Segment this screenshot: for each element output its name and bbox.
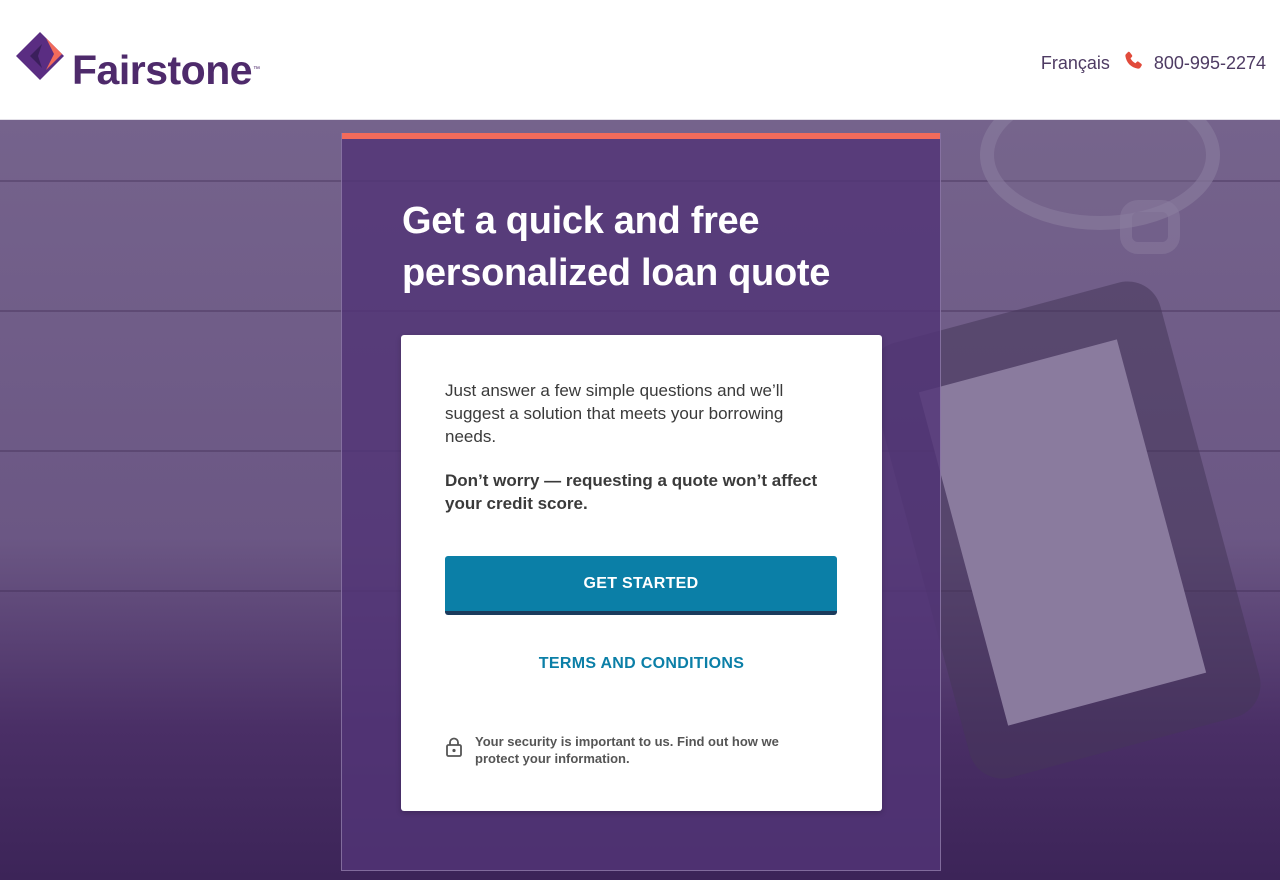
security-notice[interactable]: Your security is important to us. Find o… [445, 733, 845, 767]
logo-mark-icon [16, 32, 64, 80]
security-note-text: Your security is important to us. Find o… [475, 734, 779, 766]
brand-trademark: ™ [253, 66, 261, 73]
brand-name: Fairstone [72, 47, 253, 93]
terms-and-conditions-link[interactable]: TERMS AND CONDITIONS [401, 655, 882, 673]
coffee-cup-handle-image [1120, 200, 1180, 254]
site-header: Fairstone ™ Français 800-995-2274 [0, 0, 1280, 120]
phone-icon [1122, 50, 1144, 77]
quote-card: Just answer a few simple questions and w… [401, 335, 882, 811]
hero-section: Get a quick and free personalized loan q… [0, 120, 1280, 880]
header-contact: Français 800-995-2274 [1041, 50, 1266, 77]
phone-number-link[interactable]: 800-995-2274 [1154, 53, 1266, 74]
panel-accent-bar [342, 133, 940, 139]
coffee-cup-image [980, 120, 1220, 230]
quote-panel: Get a quick and free personalized loan q… [341, 133, 941, 871]
lock-icon [445, 737, 463, 762]
language-toggle-link[interactable]: Français [1041, 53, 1110, 74]
intro-text: Just answer a few simple questions and w… [445, 381, 784, 446]
page-title: Get a quick and free personalized loan q… [402, 200, 831, 294]
get-started-button[interactable]: GET STARTED [445, 556, 837, 615]
brand-logo[interactable]: Fairstone ™ [16, 32, 260, 91]
credit-score-note: Don’t worry — requesting a quote won’t a… [445, 471, 818, 513]
